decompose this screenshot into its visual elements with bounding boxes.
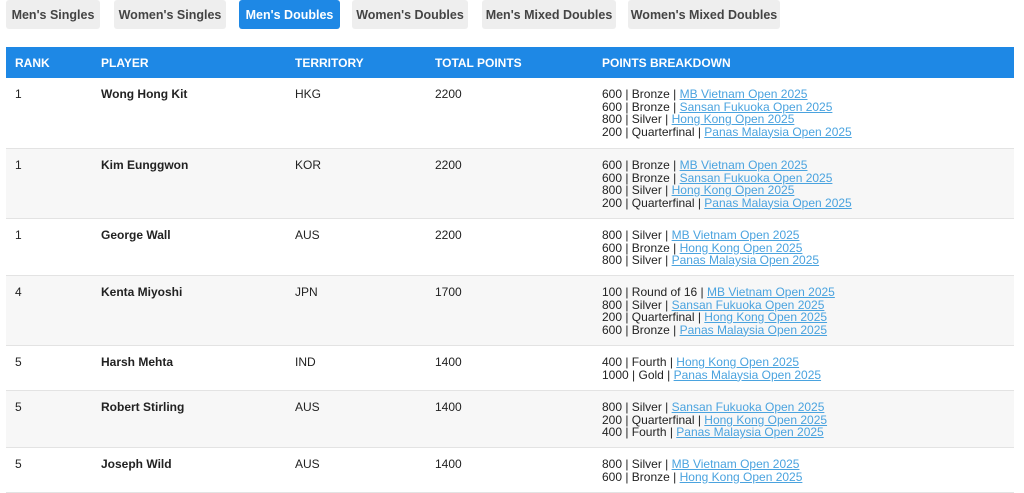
tab-womens-doubles[interactable]: Women's Doubles bbox=[352, 0, 468, 29]
total-points-cell: 1400 bbox=[435, 457, 462, 471]
tab-mens-doubles[interactable]: Men's Doubles bbox=[239, 0, 340, 29]
breakdown-line: 400 | Fourth | Panas Malaysia Open 2025 bbox=[602, 426, 827, 439]
rank-cell: 5 bbox=[15, 355, 22, 369]
points-breakdown: 400 | Fourth | Hong Kong Open 2025 1000 |… bbox=[602, 356, 821, 381]
territory-cell: JPN bbox=[295, 285, 318, 299]
breakdown-line: 600 | Bronze | Hong Kong Open 2025 bbox=[602, 469, 803, 484]
table-body: 1 Wong Hong Kit HKG 2200 600 | Bronze | MB V… bbox=[6, 78, 1014, 493]
territory-cell: IND bbox=[295, 355, 316, 369]
total-points-cell: 1400 bbox=[435, 355, 462, 369]
total-points-cell: 2200 bbox=[435, 158, 462, 172]
event-link[interactable]: Hong Kong Open 2025 bbox=[680, 470, 803, 484]
table-row: 5 Joseph Wild AUS 1400 800 | Silver | MB Vie… bbox=[6, 448, 1014, 493]
rank-cell: 5 bbox=[15, 457, 22, 471]
tab-mens-mixed-doubles[interactable]: Men's Mixed Doubles bbox=[482, 0, 616, 29]
header-territory: TERRITORY bbox=[295, 56, 364, 70]
rank-cell: 1 bbox=[15, 158, 22, 172]
event-link[interactable]: Panas Malaysia Open 2025 bbox=[672, 253, 819, 267]
player-name: Harsh Mehta bbox=[101, 355, 174, 369]
player-name: Joseph Wild bbox=[101, 457, 172, 471]
table-header: RANK PLAYER TERRITORY TOTAL POINTS POINT… bbox=[6, 47, 1014, 78]
breakdown-points: 1000 | Gold | bbox=[602, 367, 674, 382]
event-link[interactable]: Panas Malaysia Open 2025 bbox=[676, 425, 823, 439]
breakdown-line: 1000 | Gold | Panas Malaysia Open 2025 bbox=[602, 367, 821, 382]
table-row: 5 Harsh Mehta IND 1400 400 | Fourth | Hong K… bbox=[6, 346, 1014, 391]
header-rank: RANK bbox=[15, 56, 50, 70]
header-player: PLAYER bbox=[101, 56, 149, 70]
event-link[interactable]: Panas Malaysia Open 2025 bbox=[704, 196, 851, 210]
breakdown-points: 800 | Silver | bbox=[602, 253, 672, 267]
territory-cell: AUS bbox=[295, 457, 320, 471]
points-breakdown: 800 | Silver | Sansan Fukuoka Open 2025 2… bbox=[602, 401, 827, 439]
table-row: 5 Robert Stirling AUS 1400 800 | Silver | Sa… bbox=[6, 391, 1014, 448]
player-name: Kim Eunggwon bbox=[101, 158, 189, 172]
event-link[interactable]: Panas Malaysia Open 2025 bbox=[674, 368, 821, 382]
breakdown-line: 800 | Silver | Panas Malaysia Open 2025 bbox=[602, 254, 819, 267]
breakdown-line: 600 | Bronze | Panas Malaysia Open 2025 bbox=[602, 322, 835, 337]
rank-cell: 5 bbox=[15, 400, 22, 414]
player-name: Kenta Miyoshi bbox=[101, 285, 183, 299]
table-row: 1 Wong Hong Kit HKG 2200 600 | Bronze | MB V… bbox=[6, 78, 1014, 149]
territory-cell: KOR bbox=[295, 158, 322, 172]
points-breakdown: 100 | Round of 16 | MB Vietnam Open 2025… bbox=[602, 286, 835, 336]
breakdown-points: 200 | Quarterfinal | bbox=[602, 124, 705, 139]
breakdown-points: 200 | Quarterfinal | bbox=[602, 195, 705, 210]
breakdown-line: 200 | Quarterfinal | Panas Malaysia Open… bbox=[602, 124, 852, 139]
breakdown-points: 600 | Bronze | bbox=[602, 322, 680, 337]
rank-cell: 1 bbox=[15, 87, 22, 101]
tab-mens-singles[interactable]: Men's Singles bbox=[6, 0, 100, 29]
table-row: 1 George Wall AUS 2200 800 | Silver | MB Vie… bbox=[6, 219, 1014, 276]
category-tabs: Men's Singles Women's Singles Men's Doub… bbox=[0, 0, 1024, 30]
table-row: 1 Kim Eunggwon KOR 2200 600 | Bronze | MB Vi… bbox=[6, 149, 1014, 219]
total-points-cell: 2200 bbox=[435, 228, 462, 242]
total-points-cell: 1700 bbox=[435, 285, 462, 299]
territory-cell: HKG bbox=[295, 87, 322, 101]
player-name: Robert Stirling bbox=[101, 400, 185, 414]
rankings-table: RANK PLAYER TERRITORY TOTAL POINTS POINT… bbox=[6, 47, 1014, 493]
breakdown-points: 600 | Bronze | bbox=[602, 469, 680, 484]
territory-cell: AUS bbox=[295, 228, 320, 242]
rank-cell: 4 bbox=[15, 285, 22, 299]
breakdown-points: 400 | Fourth | bbox=[602, 425, 677, 439]
points-breakdown: 800 | Silver | MB Vietnam Open 2025 600 |… bbox=[602, 458, 802, 483]
points-breakdown: 800 | Silver | MB Vietnam Open 2025 600 |… bbox=[602, 229, 819, 267]
event-link[interactable]: Panas Malaysia Open 2025 bbox=[704, 125, 851, 139]
player-name: Wong Hong Kit bbox=[101, 87, 188, 101]
table-row: 4 Kenta Miyoshi JPN 1700 100 | Round of 16 |… bbox=[6, 276, 1014, 346]
rank-cell: 1 bbox=[15, 228, 22, 242]
points-breakdown: 600 | Bronze | MB Vietnam Open 2025 600 |… bbox=[602, 159, 852, 209]
total-points-cell: 1400 bbox=[435, 400, 462, 414]
total-points-cell: 2200 bbox=[435, 87, 462, 101]
header-total-points: TOTAL POINTS bbox=[435, 56, 522, 70]
territory-cell: AUS bbox=[295, 400, 320, 414]
header-points-breakdown: POINTS BREAKDOWN bbox=[602, 56, 731, 70]
tab-womens-mixed-doubles[interactable]: Women's Mixed Doubles bbox=[628, 0, 780, 29]
breakdown-line: 200 | Quarterfinal | Panas Malaysia Open… bbox=[602, 195, 852, 210]
player-name: George Wall bbox=[101, 228, 171, 242]
points-breakdown: 600 | Bronze | MB Vietnam Open 2025 600 |… bbox=[602, 88, 852, 138]
event-link[interactable]: Panas Malaysia Open 2025 bbox=[680, 323, 827, 337]
tab-womens-singles[interactable]: Women's Singles bbox=[114, 0, 226, 29]
